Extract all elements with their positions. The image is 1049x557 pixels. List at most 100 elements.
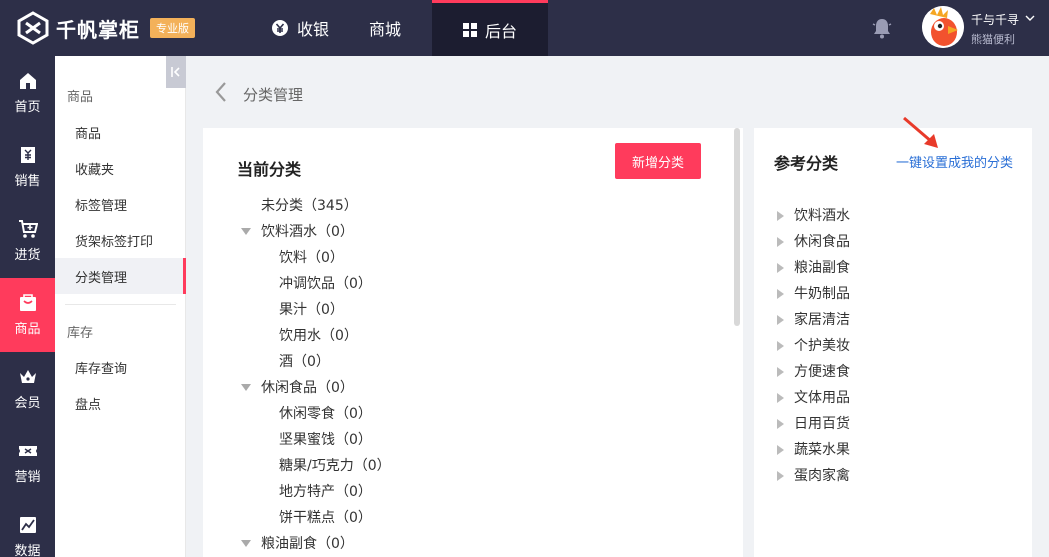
- reference-item[interactable]: 文体用品: [776, 388, 850, 408]
- cart-icon: [18, 220, 38, 238]
- category-label: 休闲零食（0）: [279, 406, 372, 422]
- category-label: 饼干糕点（0）: [279, 510, 372, 526]
- caret-right-icon: [777, 315, 784, 325]
- edition-badge: 专业版: [150, 18, 195, 38]
- home-icon: [19, 73, 36, 89]
- chevron-down-icon[interactable]: [1024, 12, 1036, 24]
- sub-item-stocktake[interactable]: 盘点: [55, 385, 186, 421]
- avatar[interactable]: [922, 6, 964, 48]
- nav-item-marketing[interactable]: 营销: [0, 426, 55, 500]
- sub-item-label: 商品: [75, 126, 102, 142]
- chevron-left-icon[interactable]: [210, 80, 234, 104]
- subcategory-row[interactable]: 饮料（0）: [279, 248, 344, 268]
- reference-item[interactable]: 蛋肉家禽: [776, 466, 850, 486]
- subcategory-row[interactable]: 果汁（0）: [279, 300, 344, 320]
- sub-item-label: 分类管理: [75, 270, 128, 286]
- ticket-icon: [18, 446, 37, 456]
- sub-item-stock-query[interactable]: 库存查询: [55, 349, 186, 385]
- nav-item-data[interactable]: 数据: [0, 500, 55, 557]
- reference-item[interactable]: 日用百货: [776, 414, 850, 434]
- caret-right-icon: [777, 471, 784, 481]
- subcategory-row[interactable]: 糖果/巧克力（0）: [279, 456, 391, 476]
- category-label: 休闲食品（0）: [261, 380, 354, 396]
- caret-right-icon: [777, 237, 784, 247]
- nav-item-label: 会员: [14, 396, 41, 411]
- caret-down-icon[interactable]: [241, 384, 251, 392]
- reference-item[interactable]: 个护美妆: [776, 336, 850, 356]
- avatar-bird-icon: [922, 6, 964, 48]
- main-nav: 首页 销售 进货 商品 会员 营销 数据: [0, 56, 55, 557]
- scrollbar[interactable]: [733, 128, 741, 557]
- reference-item-label: 粮油副食: [794, 260, 850, 276]
- yen-icon: [271, 19, 289, 37]
- apply-reference-link[interactable]: 一键设置成我的分类: [896, 152, 1013, 171]
- reference-item-label: 休闲食品: [794, 234, 850, 250]
- user-name[interactable]: 千与千寻: [971, 11, 1019, 28]
- nav-item-purchase[interactable]: 进货: [0, 204, 55, 278]
- reference-item[interactable]: 家居清洁: [776, 310, 850, 330]
- nav-item-member[interactable]: 会员: [0, 352, 55, 426]
- nav-item-label: 首页: [14, 100, 41, 115]
- reference-title: 参考分类: [774, 154, 839, 173]
- reference-item[interactable]: 饮料酒水: [776, 206, 850, 226]
- sub-group-goods: 商品: [67, 90, 94, 105]
- nav-item-home[interactable]: 首页: [0, 56, 55, 130]
- collapse-button[interactable]: [166, 56, 186, 88]
- tab-backend[interactable]: 后台: [432, 0, 548, 56]
- sub-item-label: 盘点: [75, 397, 102, 413]
- sub-group-inventory: 库存: [67, 326, 94, 341]
- tab-mall[interactable]: 商城: [330, 0, 440, 56]
- page-title: 分类管理: [243, 86, 304, 104]
- bell-icon[interactable]: [870, 16, 894, 40]
- sales-icon: [20, 147, 35, 163]
- nav-item-label: 进货: [14, 248, 41, 263]
- sub-item-category[interactable]: 分类管理: [55, 258, 186, 294]
- nav-item-goods[interactable]: 商品: [0, 278, 55, 352]
- category-row[interactable]: 未分类（345）: [261, 196, 358, 216]
- reference-item[interactable]: 蔬菜水果: [776, 440, 850, 460]
- reference-item-label: 文体用品: [794, 390, 850, 406]
- nav-item-label: 商品: [14, 322, 41, 337]
- scrollbar-thumb[interactable]: [734, 128, 740, 326]
- category-label: 粮油副食（0）: [261, 536, 354, 552]
- reference-category-panel: 参考分类 一键设置成我的分类 饮料酒水休闲食品粮油副食牛奶制品家居清洁个护美妆方…: [754, 116, 1032, 557]
- caret-right-icon: [777, 367, 784, 377]
- reference-item[interactable]: 休闲食品: [776, 232, 850, 252]
- nav-item-label: 营销: [14, 470, 41, 485]
- reference-item-label: 方便速食: [794, 364, 850, 380]
- tab-backend-label: 后台: [484, 21, 517, 41]
- caret-down-icon[interactable]: [241, 228, 251, 236]
- reference-item[interactable]: 粮油副食: [776, 258, 850, 278]
- tab-cash-label: 收银: [296, 20, 329, 39]
- add-category-button[interactable]: 新增分类: [615, 143, 701, 179]
- sub-item-goods[interactable]: 商品: [55, 114, 186, 150]
- sub-item-favorites[interactable]: 收藏夹: [55, 150, 186, 186]
- subcategory-row[interactable]: 冲调饮品（0）: [279, 274, 372, 294]
- logo[interactable]: 千帆掌柜 专业版: [16, 10, 195, 46]
- reference-item[interactable]: 方便速食: [776, 362, 850, 382]
- sub-item-tags[interactable]: 标签管理: [55, 186, 186, 222]
- nav-item-sales[interactable]: 销售: [0, 130, 55, 204]
- category-label: 坚果蜜饯（0）: [279, 432, 372, 448]
- subcategory-row[interactable]: 坚果蜜饯（0）: [279, 430, 372, 450]
- category-row[interactable]: 粮油副食（0）: [241, 534, 354, 554]
- category-row[interactable]: 饮料酒水（0）: [241, 222, 354, 242]
- category-label: 饮用水（0）: [279, 328, 358, 344]
- reference-item[interactable]: 牛奶制品: [776, 284, 850, 304]
- nav-item-label: 销售: [14, 174, 41, 189]
- sub-item-label: 标签管理: [75, 198, 128, 214]
- sub-item-shelf-label-print[interactable]: 货架标签打印: [55, 222, 186, 258]
- reference-item-label: 日用百货: [794, 416, 850, 432]
- category-label: 酒（0）: [279, 354, 330, 370]
- subcategory-row[interactable]: 酒（0）: [279, 352, 330, 372]
- reference-item-label: 个护美妆: [794, 338, 850, 354]
- subcategory-row[interactable]: 地方特产（0）: [279, 482, 372, 502]
- category-label: 糖果/巧克力（0）: [279, 458, 391, 474]
- caret-right-icon: [777, 289, 784, 299]
- category-row[interactable]: 休闲食品（0）: [241, 378, 354, 398]
- subcategory-row[interactable]: 饮用水（0）: [279, 326, 358, 346]
- subcategory-row[interactable]: 休闲零食（0）: [279, 404, 372, 424]
- subcategory-row[interactable]: 饼干糕点（0）: [279, 508, 372, 528]
- sub-item-label: 货架标签打印: [75, 234, 154, 250]
- caret-down-icon[interactable]: [241, 540, 251, 548]
